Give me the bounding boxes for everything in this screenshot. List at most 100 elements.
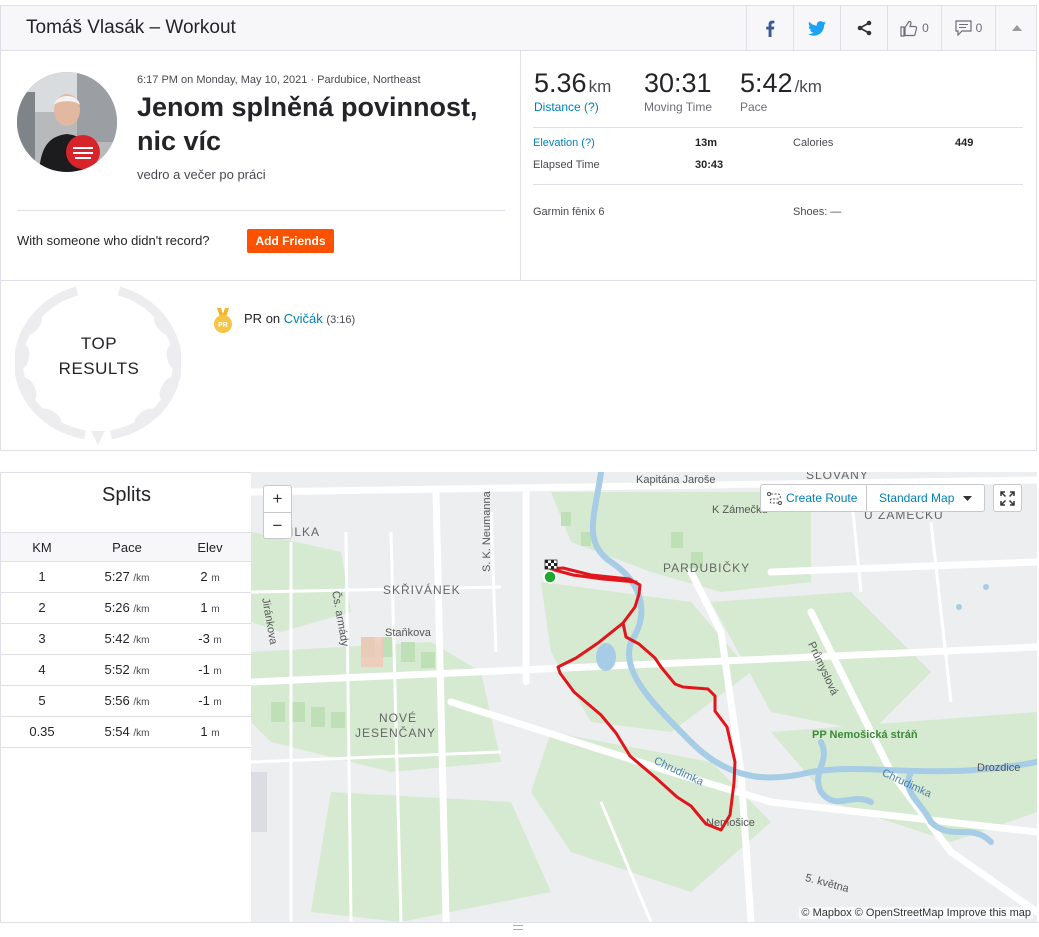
moving-time-stat: 30:31 Moving Time [644,68,712,114]
map-style-label: Standard Map [879,491,955,505]
twitter-icon [808,20,826,36]
elevation-help-link[interactable]: Elevation (?) [533,137,595,149]
resize-bar[interactable] [0,922,1039,937]
distance-unit: km [588,77,612,96]
table-row: 1 5:27 /km 2 m [1,562,252,593]
split-elev: 1 m [200,724,220,739]
column-header-elev: Elev [197,540,223,555]
split-pace: 5:26 /km [104,600,150,615]
facebook-share-button[interactable] [746,6,793,50]
with-someone-text: With someone who didn't record? [17,233,210,248]
table-row: 3 5:42 /km -3 m [1,624,252,655]
split-elev: 1 m [200,600,220,615]
split-pace: 5:42 /km [104,631,150,646]
add-friends-button[interactable]: Add Friends [247,229,334,253]
create-route-button[interactable]: Create Route [760,484,867,512]
zoom-out-button[interactable]: − [264,512,291,538]
top-results-title: TOP RESULTS [58,334,140,378]
split-elev: -1 m [198,693,222,708]
split-km: 0.35 [29,724,55,739]
comment-icon [955,20,972,36]
split-pace: 5:56 /km [104,693,150,708]
column-header-pace: Pace [112,540,142,555]
page-title: Tomáš Vlasák – Workout [26,17,236,38]
splits-panel: Splits KM Pace Elev 1 5:27 /km 2 m 2 5:2… [0,472,252,922]
elevation-value: 13m [695,137,718,149]
segment-time: (3:16) [326,314,356,326]
split-elev: 2 m [200,569,220,584]
create-route-label: Create Route [786,491,858,505]
resize-handle-icon[interactable] [513,925,523,930]
pr-medal-icon: PR [214,308,232,333]
share-button[interactable] [840,6,887,50]
zoom-in-button[interactable]: + [264,486,291,512]
pace-unit: /km [794,77,822,96]
map-style-dropdown[interactable]: Standard Map [866,484,985,512]
moving-time-label: Moving Time [644,100,713,114]
elapsed-time-label: Elapsed Time [533,159,600,171]
split-pace: 5:52 /km [104,662,150,677]
split-km: 2 [38,600,46,615]
caret-up-icon [1011,25,1022,31]
comment-button[interactable]: 0 [941,6,995,50]
top-results-section: TOP RESULTS PR PR on Cvičák (3:16) [0,281,1037,451]
expand-icon [1000,490,1015,506]
moving-time-value: 30:31 [644,68,712,98]
elapsed-time-value: 30:43 [695,159,724,171]
split-km: 3 [38,631,46,646]
distance-help-link[interactable]: Distance (?) [534,100,611,114]
route-line [549,566,737,832]
split-elev: -1 m [198,662,222,677]
pr-result: PR on Cvičák (3:16) [244,311,355,326]
activity-name: Jenom splněná povinnost, nic víc [137,92,478,156]
activity-header: Tomáš Vlasák – Workout 0 0 [0,5,1037,51]
column-header-km: KM [32,540,52,555]
shoes-info: Shoes: — [793,206,842,218]
kudos-button[interactable]: 0 [887,6,941,50]
splits-table-header: KM Pace Elev [1,532,252,562]
share-icon [857,20,871,36]
svg-text:PR: PR [218,322,228,329]
split-km: 5 [38,693,46,708]
divider [533,127,1023,128]
comments-count: 0 [975,21,983,35]
chevron-down-icon [963,495,973,501]
activity-meta: 6:17 PM on Monday, May 10, 2021 · Pardub… [137,74,421,86]
split-pace: 5:27 /km [104,569,150,584]
pr-label: PR [244,311,263,326]
split-km: 1 [38,569,46,584]
facebook-icon [766,20,775,37]
pace-label: Pace [740,100,768,114]
activity-summary: 6:17 PM on Monday, May 10, 2021 · Pardub… [0,50,1037,281]
activity-description: vedro a večer po práci [137,167,266,182]
distance-stat: 5.36 km Distance (?) [534,68,611,114]
split-elev: -3 m [198,631,222,646]
table-row: 0.35 5:54 /km 1 m [1,717,252,748]
finish-flag-icon [544,559,558,570]
twitter-share-button[interactable] [793,6,840,50]
divider [533,184,1023,185]
avatar[interactable] [17,72,117,172]
splits-title: Splits [102,484,151,506]
segment-link[interactable]: Cvičák [284,311,323,326]
kudos-count: 0 [922,21,929,35]
route-overlay [543,559,737,832]
table-row: 4 5:52 /km -1 m [1,655,252,686]
start-marker [543,570,557,584]
device-name: Garmin fēnix 6 [533,206,605,218]
pace-value: 5:42 [740,68,793,98]
split-pace: 5:54 /km [104,724,150,739]
route-map[interactable]: Kapitána Jaroše SLOVANY K Zámečku U ZÁME… [251,472,1037,922]
pace-stat: 5:42/km Pace [740,68,822,114]
table-row: 5 5:56 /km -1 m [1,686,252,717]
thumbs-up-icon [900,20,918,37]
fullscreen-button[interactable] [993,484,1022,512]
divider [17,210,505,211]
distance-value: 5.36 [534,68,587,98]
map-attribution[interactable]: © Mapbox © OpenStreetMap Improve this ma… [799,907,1033,919]
route-icon [767,491,782,505]
collapse-button[interactable] [995,6,1037,50]
pr-on-text: on [265,311,281,326]
table-row: 2 5:26 /km 1 m [1,593,252,624]
split-km: 4 [38,662,46,677]
